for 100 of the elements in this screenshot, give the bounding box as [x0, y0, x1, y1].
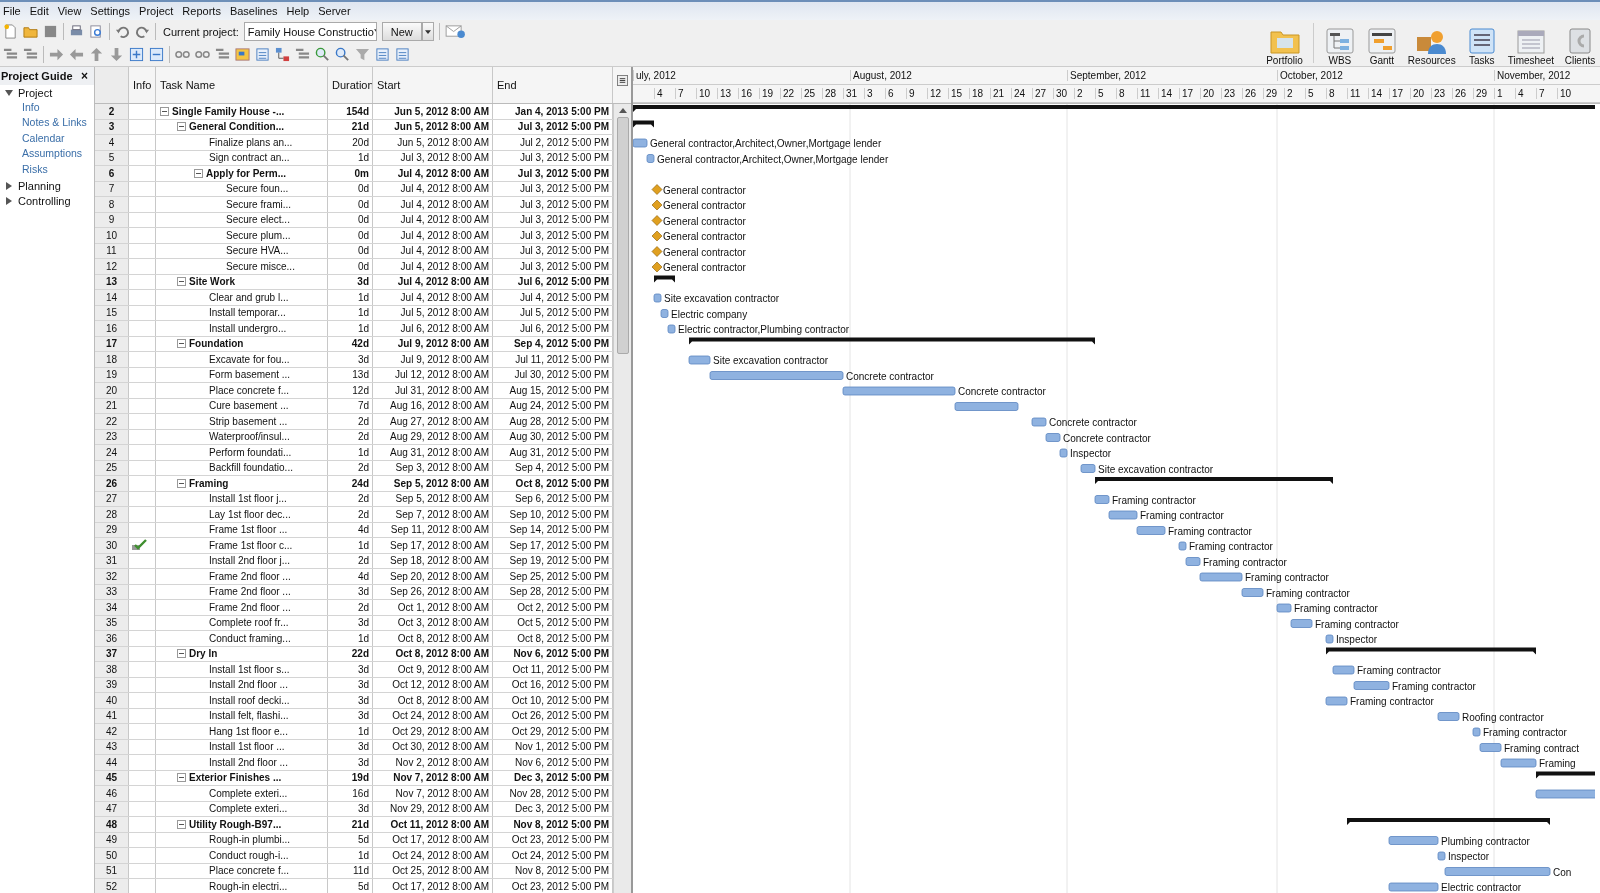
- table-row[interactable]: 6 Apply for Perm... 0m Jul 4, 2012 8:00 AM Jul 3, 2012 5:00 PM: [95, 166, 613, 182]
- summary-bar[interactable]: [633, 120, 654, 128]
- task-bar[interactable]: [1185, 557, 1201, 566]
- table-row[interactable]: 3 General Condition... 21d Jun 5, 2012 8:00 AM Jul 3, 2012 5:00 PM: [95, 119, 613, 135]
- task-bar[interactable]: [954, 402, 1019, 411]
- menu-item[interactable]: Settings: [90, 5, 131, 17]
- table-row[interactable]: 21 Cure basement ... 7d Aug 16, 2012 8:00 AM Aug 24, 2012 5:00 PM: [95, 398, 613, 414]
- table-row[interactable]: 13 Site Work 3d Jul 4, 2012 8:00 AM Jul 6, 2012 5:00 PM: [95, 274, 613, 290]
- task-bar[interactable]: [1059, 448, 1068, 458]
- column-picker-icon[interactable]: [617, 75, 628, 86]
- column-header[interactable]: Task Name: [156, 67, 328, 103]
- table-row[interactable]: 28 Lay 1st floor dec... 2d Sep 7, 2012 8:00 AM Sep 10, 2012 5:00 PM: [95, 507, 613, 523]
- redo-icon[interactable]: [135, 24, 150, 39]
- menu-item[interactable]: File: [3, 5, 21, 17]
- view-button[interactable]: WBS: [1323, 27, 1356, 66]
- task-bar[interactable]: [1437, 851, 1446, 861]
- mail-icon[interactable]: [444, 24, 466, 39]
- task-bar[interactable]: [667, 324, 676, 334]
- view-button[interactable]: Clients: [1564, 27, 1596, 66]
- milestone-icon[interactable]: [651, 184, 663, 195]
- table-row[interactable]: 37 Dry In 22d Oct 8, 2012 8:00 AM Nov 6, 2012 5:00 PM: [95, 646, 613, 662]
- table-row[interactable]: 5 Sign contract an... 1d Jul 3, 2012 8:00 AM Jul 3, 2012 5:00 PM: [95, 150, 613, 166]
- project-dropdown[interactable]: Family House Constructio: [243, 22, 377, 41]
- view-button[interactable]: Gantt: [1365, 27, 1398, 66]
- column-header[interactable]: Duration: [328, 67, 373, 103]
- guide-link[interactable]: Info: [0, 100, 94, 116]
- tree-item[interactable]: Controlling: [0, 193, 94, 209]
- table-row[interactable]: 32 Frame 2nd floor ... 4d Sep 20, 2012 8:00 AM Sep 25, 2012 5:00 PM: [95, 569, 613, 585]
- task-bar[interactable]: [1444, 867, 1551, 876]
- task-bar[interactable]: [1388, 836, 1439, 845]
- table-row[interactable]: 18 Excavate for fou... 3d Jul 9, 2012 8:00 AM Jul 11, 2012 5:00 PM: [95, 352, 613, 368]
- table-row[interactable]: 2 Single Family House -... 154d Jun 5, 2012 8:00 AM Jan 4, 2013 5:00 PM: [95, 104, 613, 120]
- task-bar[interactable]: [1199, 572, 1243, 582]
- menu-item[interactable]: Reports: [182, 5, 221, 17]
- table-row[interactable]: 20 Place concrete f... 12d Jul 31, 2012 8:00 AM Aug 15, 2012 5:00 PM: [95, 383, 613, 399]
- milestone-icon[interactable]: [651, 215, 663, 226]
- table-row[interactable]: 33 Frame 2nd floor ... 3d Sep 26, 2012 8:00 AM Sep 28, 2012 5:00 PM: [95, 584, 613, 600]
- table-row[interactable]: 48 Utility Rough-B97... 21d Oct 11, 2012 8:00 AM Nov 8, 2012 5:00 PM: [95, 817, 613, 833]
- table-row[interactable]: 10 Secure plum... 0d Jul 4, 2012 8:00 AM Jul 3, 2012 5:00 PM: [95, 228, 613, 244]
- table-row[interactable]: 17 Foundation 42d Jul 9, 2012 8:00 AM Sep 4, 2012 5:00 PM: [95, 336, 613, 352]
- table-row[interactable]: 11 Secure HVA... 0d Jul 4, 2012 8:00 AM Jul 3, 2012 5:00 PM: [95, 243, 613, 259]
- collapse-toggle[interactable]: [160, 106, 169, 116]
- menu-item[interactable]: View: [57, 5, 82, 17]
- task-bar[interactable]: [1535, 789, 1595, 799]
- task-bar[interactable]: [1178, 541, 1187, 551]
- task-bar[interactable]: [1332, 665, 1355, 675]
- print-preview-icon[interactable]: [89, 24, 104, 39]
- table-row[interactable]: 9 Secure elect... 0d Jul 4, 2012 8:00 AM Jul 3, 2012 5:00 PM: [95, 212, 613, 228]
- view-button[interactable]: Tasks: [1465, 27, 1498, 66]
- menu-item[interactable]: Server: [318, 5, 351, 17]
- arrow-down-icon[interactable]: [109, 47, 124, 62]
- arrow-left-icon[interactable]: [69, 47, 84, 62]
- table-row[interactable]: 29 Frame 1st floor ... 4d Sep 11, 2012 8:00 AM Sep 14, 2012 5:00 PM: [95, 522, 613, 538]
- task-bar[interactable]: [1136, 526, 1166, 535]
- table-row[interactable]: 47 Complete exteri... 3d Nov 29, 2012 8:00 AM Dec 3, 2012 5:00 PM: [95, 801, 613, 817]
- task-bar[interactable]: [1290, 619, 1313, 628]
- table-row[interactable]: 31 Install 2nd floor j... 2d Sep 18, 2012 8:00 AM Sep 19, 2012 5:00 PM: [95, 553, 613, 569]
- table-row[interactable]: 4 Finalize plans an... 20d Jun 5, 2012 8:00 AM Jul 2, 2012 5:00 PM: [95, 135, 613, 151]
- table-row[interactable]: 50 Conduct rough-i... 1d Oct 24, 2012 8:00 AM Oct 24, 2012 5:00 PM: [95, 848, 613, 864]
- table-row[interactable]: 40 Install roof decki... 3d Oct 8, 2012 8:00 AM Oct 10, 2012 5:00 PM: [95, 693, 613, 709]
- collapse-icon[interactable]: [149, 47, 164, 62]
- task-bar[interactable]: [1080, 464, 1096, 473]
- column-header[interactable]: Start: [373, 67, 493, 103]
- table-row[interactable]: 30 Frame 1st floor c... 1d Sep 17, 2012 8:00 AM Sep 17, 2012 5:00 PM: [95, 538, 613, 554]
- collapse-toggle[interactable]: [177, 478, 186, 488]
- table-row[interactable]: 43 Install 1st floor ... 3d Oct 30, 2012 8:00 AM Nov 1, 2012 5:00 PM: [95, 739, 613, 755]
- undo-icon[interactable]: [115, 24, 130, 39]
- task-bar[interactable]: [1325, 634, 1334, 644]
- new-file-icon[interactable]: [3, 24, 18, 39]
- table-row[interactable]: 15 Install temporar... 1d Jul 5, 2012 8:00 AM Jul 5, 2012 5:00 PM: [95, 305, 613, 321]
- view-button[interactable]: Timesheet: [1507, 27, 1554, 66]
- task-bar[interactable]: [1045, 433, 1061, 442]
- table-row[interactable]: 7 Secure foun... 0d Jul 4, 2012 8:00 AM Jul 3, 2012 5:00 PM: [95, 181, 613, 197]
- task-bar[interactable]: [1388, 882, 1439, 892]
- collapse-toggle[interactable]: [177, 819, 186, 829]
- arrow-up-icon[interactable]: [89, 47, 104, 62]
- table-row[interactable]: 24 Perform foundati... 1d Aug 31, 2012 8:00 AM Aug 31, 2012 5:00 PM: [95, 445, 613, 461]
- table-icon[interactable]: [255, 47, 270, 62]
- zoom-in-icon[interactable]: [315, 47, 330, 62]
- table-row[interactable]: 22 Strip basement ... 2d Aug 27, 2012 8:00 AM Aug 28, 2012 5:00 PM: [95, 414, 613, 430]
- menu-item[interactable]: Help: [286, 5, 310, 17]
- guide-link[interactable]: Notes & Links: [0, 116, 94, 132]
- collapse-toggle[interactable]: [177, 649, 186, 659]
- summary-bar[interactable]: [1536, 771, 1595, 779]
- table-row[interactable]: 49 Rough-in plumbi... 5d Oct 17, 2012 8:00 AM Oct 23, 2012 5:00 PM: [95, 832, 613, 848]
- table-row[interactable]: 41 Install felt, flashi... 3d Oct 24, 2012 8:00 AM Oct 26, 2012 5:00 PM: [95, 708, 613, 724]
- table-row[interactable]: 42 Hang 1st floor e... 1d Oct 29, 2012 8:00 AM Oct 29, 2012 5:00 PM: [95, 724, 613, 740]
- table-row[interactable]: 45 Exterior Finishes ... 19d Nov 7, 2012 8:00 AM Dec 3, 2012 5:00 PM: [95, 770, 613, 786]
- table-row[interactable]: 25 Backfill foundatio... 2d Sep 3, 2012 8:00 AM Sep 4, 2012 5:00 PM: [95, 460, 613, 476]
- task-bar[interactable]: [1241, 588, 1264, 597]
- guide-link[interactable]: Risks: [0, 162, 94, 178]
- collapse-toggle[interactable]: [177, 122, 186, 132]
- milestone-icon[interactable]: [651, 246, 663, 257]
- summary-bar[interactable]: [1326, 647, 1536, 655]
- table-row[interactable]: 16 Install undergro... 1d Jul 6, 2012 8:00 AM Jul 6, 2012 5:00 PM: [95, 321, 613, 337]
- document-icon[interactable]: [395, 47, 410, 62]
- task-bar[interactable]: [1500, 758, 1537, 768]
- summary-bar[interactable]: [1095, 477, 1333, 484]
- zoom-out-icon[interactable]: [335, 47, 350, 62]
- summary-bar[interactable]: [689, 337, 1095, 345]
